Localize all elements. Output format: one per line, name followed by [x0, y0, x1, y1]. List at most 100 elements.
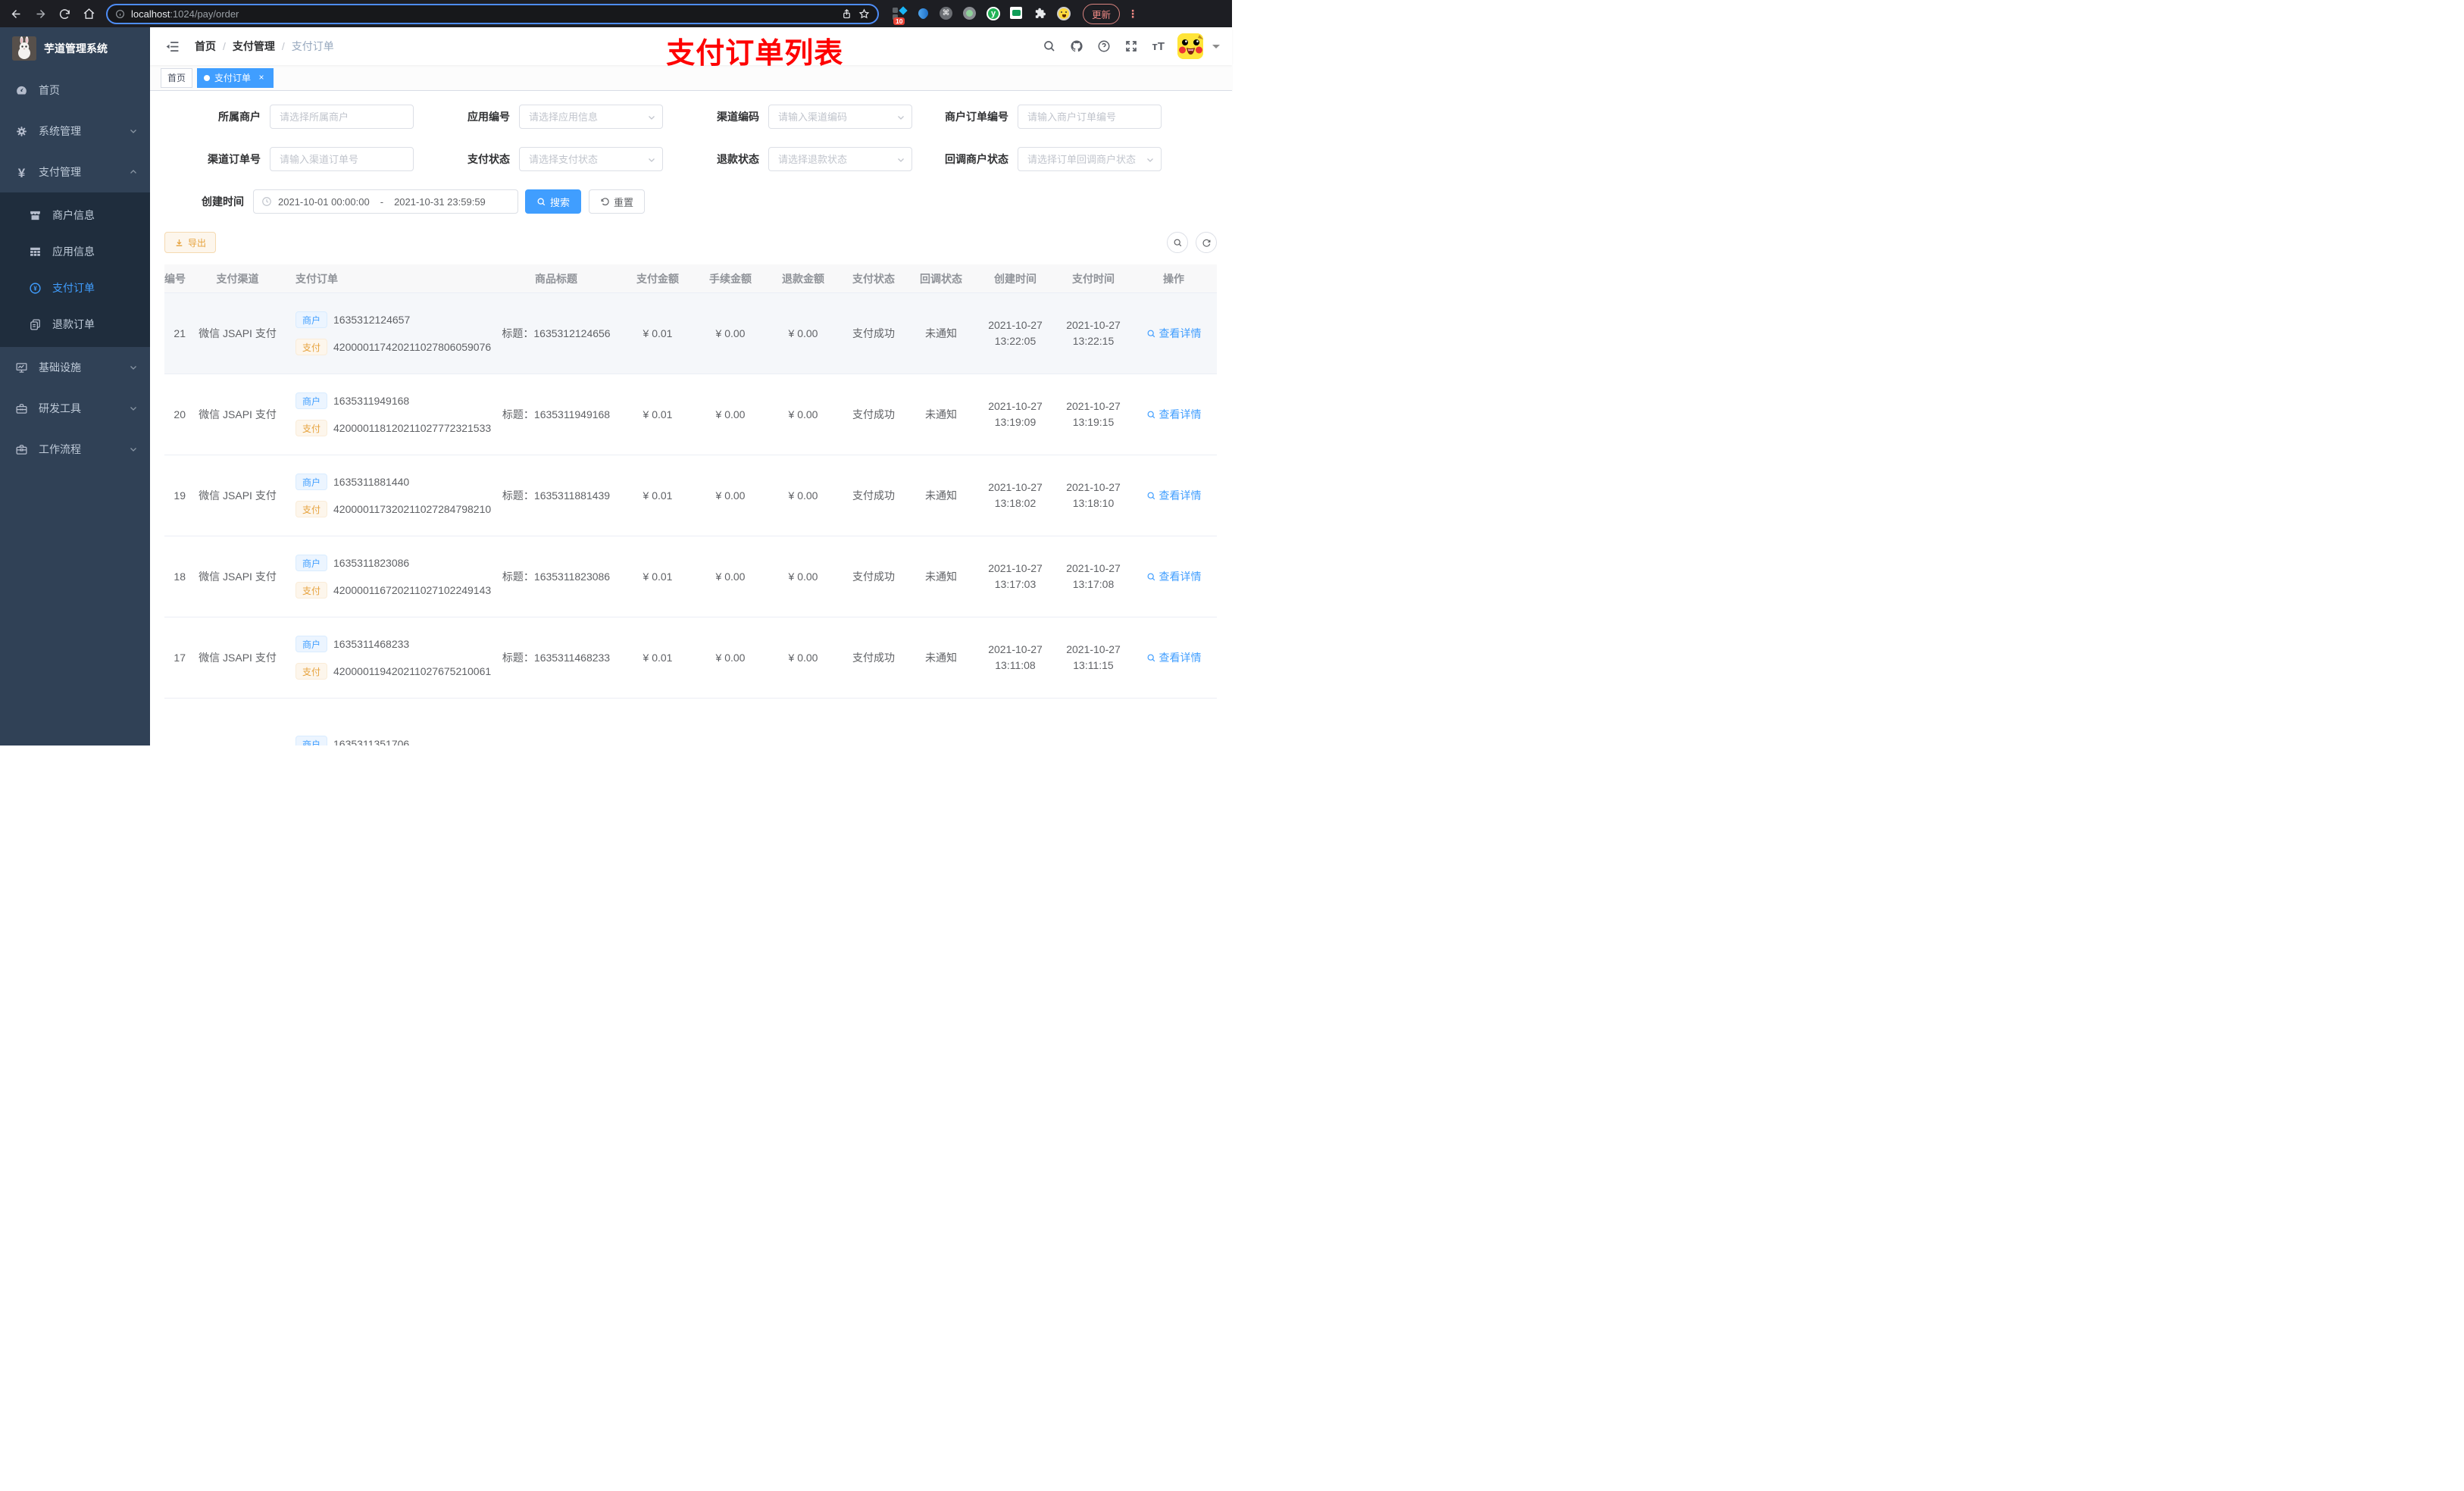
- chevron-up-icon: [129, 167, 138, 177]
- cell-order: 商户 1635311881440 支付 42000011732021102728…: [288, 470, 491, 521]
- tag-pay-order[interactable]: 支付订单 ×: [197, 67, 274, 88]
- cell-id: 20: [174, 408, 186, 420]
- cell-fee-amount: ¥ 0.00: [715, 489, 746, 502]
- tag-home[interactable]: 首页: [161, 67, 193, 88]
- cell-action: 查看详情: [1130, 488, 1217, 503]
- app-select[interactable]: [519, 105, 663, 129]
- extension-blue-diamond-icon[interactable]: 10: [893, 6, 908, 25]
- site-info-icon[interactable]: [115, 9, 125, 19]
- view-detail-link[interactable]: 查看详情: [1146, 488, 1202, 503]
- sidebar-item-label: 应用信息: [52, 245, 95, 258]
- sidebar-item-refund-order[interactable]: 退款订单: [0, 306, 150, 342]
- view-detail-link[interactable]: 查看详情: [1146, 407, 1202, 422]
- table-toolbar: 导出: [164, 232, 1232, 253]
- search-icon[interactable]: [1037, 35, 1062, 58]
- page-title-annotation: 支付订单列表: [666, 38, 844, 70]
- merchant-input[interactable]: [270, 105, 414, 129]
- reload-icon[interactable]: [55, 4, 74, 23]
- browser-chrome: localhost:1024/pay/order 10 ⌘ y 更新 ⋮: [0, 0, 1232, 27]
- extension-balloon-icon[interactable]: [915, 6, 930, 20]
- monitor-icon: [15, 361, 28, 374]
- merchant-order-number: 1635311351706: [333, 738, 410, 746]
- address-bar[interactable]: localhost:1024/pay/order: [106, 3, 879, 24]
- back-icon[interactable]: [6, 4, 26, 23]
- merchant-order-number: 1635311468233: [333, 638, 410, 650]
- cell-pay-status: 支付成功: [852, 489, 895, 502]
- cell-pay-time: 2021-10-27 13:11:15: [1066, 643, 1121, 671]
- caret-down-icon[interactable]: [1212, 45, 1220, 52]
- cell-refund-amount: ¥ 0.00: [788, 489, 818, 502]
- table-row[interactable]: 18 微信 JSAPI 支付 商户 1635311823086 支付 42000…: [164, 536, 1217, 617]
- chevron-down-icon: [129, 445, 138, 454]
- notify-status-select[interactable]: [1018, 147, 1162, 171]
- table-row[interactable]: 19 微信 JSAPI 支付 商户 1635311881440 支付 42000…: [164, 455, 1217, 536]
- table-row[interactable]: 17 微信 JSAPI 支付 商户 1635311468233 支付 42000…: [164, 617, 1217, 699]
- font-size-icon[interactable]: ᴛT: [1146, 37, 1170, 56]
- grid-icon: [29, 245, 42, 258]
- extension-chat-icon[interactable]: [1010, 7, 1024, 20]
- filter-row-1: 所属商户 应用编号 渠道编码 商户订单编号: [164, 105, 1232, 129]
- channel-order-no-input[interactable]: [270, 147, 414, 171]
- filter-create-time: 创建时间 2021-10-01 00:00:00 - 2021-10-31 23…: [164, 189, 518, 214]
- sidebar-item-system[interactable]: 系统管理: [0, 111, 150, 152]
- pay-tag: 支付: [295, 663, 328, 680]
- cell-id: 18: [174, 570, 186, 583]
- dashboard-icon: [15, 84, 28, 97]
- reset-button[interactable]: 重置: [589, 189, 646, 214]
- cell-pay-status: 支付成功: [852, 327, 895, 339]
- browser-update-button[interactable]: 更新: [1083, 3, 1121, 24]
- fullscreen-icon[interactable]: [1119, 35, 1143, 58]
- refresh-icon[interactable]: [1196, 232, 1217, 253]
- pay-tag: 支付: [295, 339, 328, 355]
- pay-status-select[interactable]: [519, 147, 663, 171]
- sidebar-item-app-info[interactable]: 应用信息: [0, 233, 150, 270]
- extension-smiley-icon[interactable]: [1057, 7, 1071, 20]
- extension-command-icon[interactable]: ⌘: [940, 7, 953, 20]
- app-logo-row[interactable]: 芋道管理系统: [0, 27, 150, 70]
- filter-app: 应用编号: [414, 105, 663, 129]
- table-row[interactable]: 21 微信 JSAPI 支付 商户 1635312124657 支付 42000…: [164, 293, 1217, 374]
- export-button[interactable]: 导出: [164, 232, 217, 253]
- pay-order-number: 4200001181202110277723215336: [333, 422, 491, 434]
- cell-order: 商户 1635311468233 支付 42000011942021102767…: [288, 632, 491, 683]
- sidebar-item-pay-order[interactable]: ¥ 支付订单: [0, 270, 150, 306]
- extension-y-icon[interactable]: y: [987, 7, 1000, 20]
- cell-notify-status: 未通知: [925, 327, 957, 339]
- home-icon[interactable]: [79, 4, 98, 23]
- browser-menu-icon[interactable]: ⋮: [1127, 8, 1138, 20]
- refund-status-select[interactable]: [768, 147, 912, 171]
- channel-code-select[interactable]: [768, 105, 912, 129]
- sidebar-item-home[interactable]: 首页: [0, 70, 150, 111]
- sidebar-toggle-icon[interactable]: [161, 39, 184, 54]
- cell-channel: 微信 JSAPI 支付: [199, 652, 277, 664]
- tag-close-icon[interactable]: ×: [256, 72, 267, 83]
- avatar[interactable]: [1177, 33, 1203, 59]
- share-icon[interactable]: [841, 8, 852, 20]
- date-range-picker[interactable]: 2021-10-01 00:00:00 - 2021-10-31 23:59:5…: [253, 189, 518, 214]
- view-detail-link[interactable]: 查看详情: [1146, 569, 1202, 584]
- view-detail-link[interactable]: 查看详情: [1146, 326, 1202, 341]
- filter-refund-status: 退款状态: [663, 147, 912, 171]
- pay-order-number: 4200001194202110276752100612: [333, 665, 491, 677]
- forward-icon[interactable]: [30, 4, 50, 23]
- view-detail-link[interactable]: 查看详情: [1146, 650, 1202, 665]
- cell-fee-amount: ¥ 0.00: [715, 408, 746, 420]
- table-row[interactable]: 20 微信 JSAPI 支付 商户 1635311949168 支付 42000…: [164, 374, 1217, 455]
- merchant-order-no-input[interactable]: [1018, 105, 1162, 129]
- sidebar-item-infra[interactable]: 基础设施: [0, 347, 150, 388]
- breadcrumb-home[interactable]: 首页: [195, 39, 216, 54]
- sidebar-item-workflow[interactable]: 工作流程: [0, 429, 150, 470]
- sidebar-item-devtools[interactable]: 研发工具: [0, 388, 150, 429]
- cell-order: 商户 1635311949168 支付 42000011812021102777…: [288, 389, 491, 440]
- sidebar-item-pay[interactable]: ¥ 支付管理: [0, 152, 150, 192]
- help-icon[interactable]: [1092, 35, 1116, 58]
- sidebar-item-merchant-info[interactable]: 商户信息: [0, 197, 150, 233]
- breadcrumb-pay-manage[interactable]: 支付管理: [233, 39, 275, 54]
- extension-ring-icon[interactable]: [963, 7, 977, 20]
- extensions-puzzle-icon[interactable]: [1033, 7, 1047, 20]
- search-button[interactable]: 搜索: [525, 189, 582, 214]
- github-icon[interactable]: [1065, 35, 1089, 58]
- extensions-row: 10 ⌘ y: [893, 6, 1071, 25]
- bookmark-star-icon[interactable]: [858, 8, 870, 20]
- toggle-search-icon[interactable]: [1167, 232, 1188, 253]
